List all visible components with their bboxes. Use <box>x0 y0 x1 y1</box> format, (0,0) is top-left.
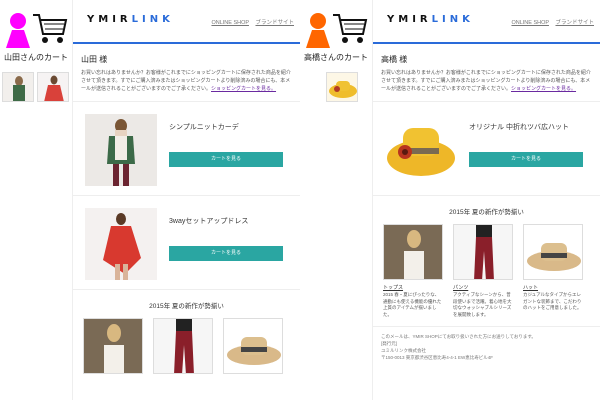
brand-logo[interactable]: YMIRLINK <box>87 14 174 25</box>
brand-site-link[interactable]: ブランドサイト <box>255 20 294 26</box>
product-image[interactable] <box>85 208 157 280</box>
product-image[interactable] <box>85 114 157 186</box>
greeting: 高橋 様 <box>381 55 408 64</box>
new-arrivals-list: トップス 2015 春・夏にぴったりな、通勤にも使える機能の優れた上質のアイテム… <box>373 224 600 318</box>
shopping-cart-icon <box>333 14 368 43</box>
intro-message: お買い忘れはありませんか？お客様がこれまでにショッピングカートに保存された商品を… <box>73 69 300 102</box>
product-name[interactable]: 3wayセットアップドレス <box>169 216 248 226</box>
new-arrivals-title: 2015年 夏の新作が勢揃い <box>149 303 224 310</box>
item-image[interactable] <box>523 224 583 280</box>
item-image[interactable] <box>453 224 513 280</box>
new-arrivals-list <box>73 318 300 374</box>
intro-message: お買い忘れはありませんか？お客様がこれまでにショッピングカートに保存された商品を… <box>373 69 600 102</box>
person-icon <box>306 13 330 48</box>
view-cart-button[interactable]: カートを見る <box>469 152 583 167</box>
cart-thumbnail[interactable] <box>2 72 34 102</box>
product-row: オリジナル 中折れツバ広ハット カートを見る <box>373 102 600 196</box>
item-image[interactable] <box>223 318 283 374</box>
item-category-link[interactable]: トップス <box>383 284 443 291</box>
new-arrivals-title: 2015年 夏の新作が勢揃い <box>449 209 524 216</box>
item-category-link[interactable]: ハット <box>523 284 583 291</box>
footer-notice: このメールは、YMIR SHOPにてお取り扱いされた方にお送りしております。 <box>381 334 536 339</box>
right-email-panel: YMIRLINK ONLINE SHOP ブランドサイト 高橋 様 お買い忘れは… <box>372 0 600 400</box>
view-cart-link[interactable]: ショッピングカートを見る。 <box>211 86 276 92</box>
new-arrival-item[interactable] <box>83 318 143 374</box>
product-row: シンプルニットカーデ カートを見る <box>73 102 300 196</box>
view-cart-link[interactable]: ショッピングカートを見る。 <box>511 86 576 92</box>
left-email-panel: YMIRLINK ONLINE SHOP ブランドサイト 山田 様 お買い忘れは… <box>72 0 300 400</box>
new-arrival-item[interactable] <box>153 318 213 374</box>
footer-address: 〒150-0013 東京都渋谷区恵比寿4-4-1 EW恵比寿ビル4F <box>381 355 494 360</box>
view-cart-button[interactable]: カートを見る <box>169 152 283 167</box>
email-header: YMIRLINK ONLINE SHOP ブランドサイト <box>73 0 300 44</box>
view-cart-button[interactable]: カートを見る <box>169 246 283 261</box>
new-arrival-item[interactable] <box>223 318 283 374</box>
online-shop-link[interactable]: ONLINE SHOP <box>511 20 549 26</box>
email-footer: このメールは、YMIR SHOPにてお取り扱いされた方にお送りしております。 [… <box>373 327 600 367</box>
footer-publisher-label: [発行元] <box>381 341 398 346</box>
cart-owner-title: 高橋さんのカート <box>304 53 368 62</box>
online-shop-link[interactable]: ONLINE SHOP <box>211 20 249 26</box>
cart-thumbnail[interactable] <box>37 72 69 102</box>
greeting: 山田 様 <box>81 55 108 64</box>
new-arrival-item[interactable]: パンツ アクティブなシーンから、普段使いまで活躍。着心地を大切なウォッシャブルシ… <box>453 224 513 318</box>
person-icon <box>6 13 30 48</box>
item-image[interactable] <box>83 318 143 374</box>
cart-owner-title: 山田さんのカート <box>4 53 68 62</box>
product-name[interactable]: シンプルニットカーデ <box>169 122 239 132</box>
new-arrival-item[interactable]: トップス 2015 春・夏にぴったりな、通勤にも使える機能の優れた上質のアイテム… <box>383 224 443 318</box>
product-name[interactable]: オリジナル 中折れツバ広ハット <box>469 122 569 132</box>
left-cart-label-panel: 山田さんのカート <box>0 0 72 400</box>
cart-thumbnail[interactable] <box>326 72 358 102</box>
item-description: 2015 春・夏にぴったりな、通勤にも使える機能の優れた上質のアイテムが揃いまし… <box>383 292 442 317</box>
email-header: YMIRLINK ONLINE SHOP ブランドサイト <box>373 0 600 44</box>
shopping-cart-icon <box>33 14 68 43</box>
right-cart-label-panel: 高橋さんのカート <box>300 0 372 400</box>
item-image[interactable] <box>383 224 443 280</box>
item-description: アクティブなシーンから、普段使いまで活躍。着心地を大切なウォッシャブルシリーズを… <box>453 292 512 317</box>
footer-company: ユミルリンク株式会社 <box>381 348 426 353</box>
new-arrival-item[interactable]: ハット カジュアルなタイプからエレガントな装飾まで、こだわりのハットをご用意しま… <box>523 224 583 318</box>
brand-logo[interactable]: YMIRLINK <box>387 14 474 25</box>
item-category-link[interactable]: パンツ <box>453 284 513 291</box>
item-image[interactable] <box>153 318 213 374</box>
item-description: カジュアルなタイプからエレガントな装飾まで、こだわりのハットをご用意しました。 <box>523 292 582 310</box>
brand-site-link[interactable]: ブランドサイト <box>555 20 594 26</box>
product-image[interactable] <box>385 114 457 186</box>
product-row: 3wayセットアップドレス カートを見る <box>73 196 300 290</box>
